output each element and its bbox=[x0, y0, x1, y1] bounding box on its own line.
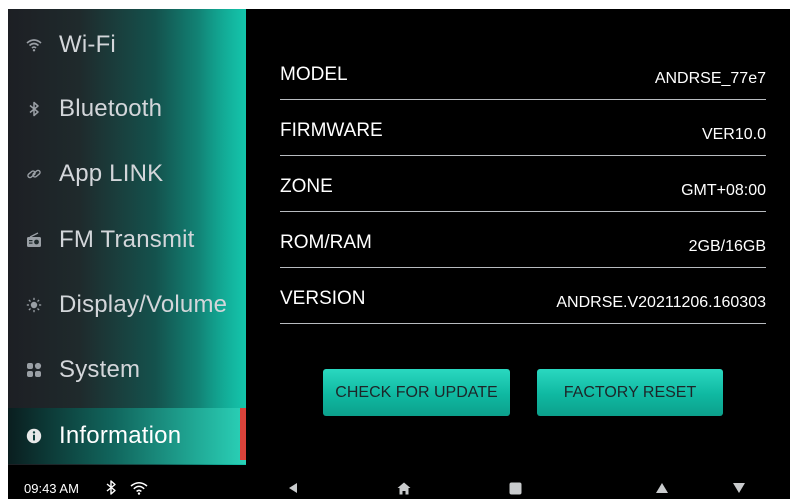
button-label: CHECK FOR UPDATE bbox=[335, 383, 498, 401]
info-value: VER10.0 bbox=[701, 126, 766, 143]
wifi-icon bbox=[25, 36, 43, 54]
home-icon bbox=[397, 482, 411, 494]
sidebar-item-label: Information bbox=[59, 422, 182, 449]
settings-sidebar: Wi-Fi Bluetooth App LINK FM Transmit Dis… bbox=[8, 9, 246, 465]
sidebar-item-app-link[interactable]: App LINK bbox=[8, 146, 246, 202]
divider bbox=[280, 99, 766, 100]
system-grid-icon bbox=[25, 361, 43, 379]
check-for-update-button[interactable]: CHECK FOR UPDATE bbox=[323, 369, 510, 416]
factory-reset-button[interactable]: FACTORY RESET bbox=[537, 369, 723, 416]
status-bar: 09:43 AM bbox=[8, 471, 790, 499]
sidebar-item-fm-transmit[interactable]: FM Transmit bbox=[8, 212, 246, 268]
info-value: ANDRSE.V20211206.160303 bbox=[556, 294, 766, 311]
active-item-marker bbox=[240, 408, 246, 460]
brightness-icon bbox=[25, 296, 43, 314]
info-icon bbox=[25, 427, 43, 445]
back-button[interactable] bbox=[283, 479, 303, 497]
sidebar-item-label: FM Transmit bbox=[59, 226, 195, 253]
button-label: FACTORY RESET bbox=[563, 383, 697, 401]
link-icon bbox=[25, 165, 43, 183]
info-key: FIRMWARE bbox=[280, 120, 383, 141]
info-row-rom-ram: ROM/RAM 2GB/16GB bbox=[280, 232, 766, 276]
divider bbox=[280, 267, 766, 268]
info-key: MODEL bbox=[280, 64, 348, 85]
info-key: VERSION bbox=[280, 288, 366, 309]
sidebar-item-information[interactable]: Information bbox=[8, 408, 246, 464]
sidebar-item-label: Wi-Fi bbox=[59, 31, 116, 58]
radio-icon bbox=[25, 231, 43, 249]
sidebar-item-label: Bluetooth bbox=[59, 95, 163, 122]
wifi-icon bbox=[130, 481, 148, 499]
info-key: ZONE bbox=[280, 176, 333, 197]
volume-up-button[interactable] bbox=[652, 479, 672, 497]
sidebar-item-bluetooth[interactable]: Bluetooth bbox=[8, 81, 246, 137]
divider bbox=[280, 323, 766, 324]
info-row-model: MODEL ANDRSE_77e7 bbox=[280, 64, 766, 108]
bluetooth-icon bbox=[105, 480, 117, 499]
info-value: 2GB/16GB bbox=[688, 238, 766, 255]
divider bbox=[280, 211, 766, 212]
recents-icon bbox=[509, 482, 521, 494]
info-row-version: VERSION ANDRSE.V20211206.160303 bbox=[280, 288, 766, 332]
sidebar-item-label: App LINK bbox=[59, 160, 164, 187]
sidebar-item-display-volume[interactable]: Display/Volume bbox=[8, 277, 246, 333]
recents-button[interactable] bbox=[505, 479, 525, 497]
info-value: GMT+08:00 bbox=[681, 182, 766, 199]
info-row-zone: ZONE GMT+08:00 bbox=[280, 176, 766, 220]
volume-up-icon bbox=[656, 483, 668, 493]
volume-down-button[interactable] bbox=[729, 479, 749, 497]
sidebar-item-wifi[interactable]: Wi-Fi bbox=[8, 17, 246, 73]
clock: 09:43 AM bbox=[24, 481, 79, 496]
back-icon bbox=[289, 483, 297, 493]
divider bbox=[280, 155, 766, 156]
info-key: ROM/RAM bbox=[280, 232, 372, 253]
head-unit-screen: Wi-Fi Bluetooth App LINK FM Transmit Dis… bbox=[8, 9, 790, 499]
volume-down-icon bbox=[733, 483, 745, 493]
info-value: ANDRSE_77e7 bbox=[654, 70, 766, 87]
bluetooth-icon bbox=[25, 100, 43, 118]
info-row-firmware: FIRMWARE VER10.0 bbox=[280, 120, 766, 164]
sidebar-item-label: System bbox=[59, 356, 141, 383]
home-button[interactable] bbox=[394, 479, 414, 497]
sidebar-item-label: Display/Volume bbox=[59, 291, 228, 318]
sidebar-item-system[interactable]: System bbox=[8, 342, 246, 398]
